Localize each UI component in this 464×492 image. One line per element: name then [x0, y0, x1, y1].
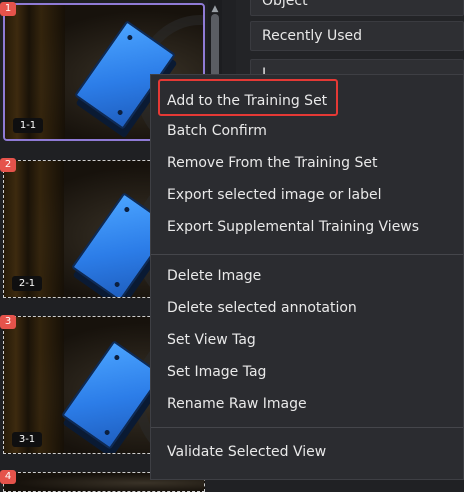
menu-item-delete-image[interactable]: Delete Image: [167, 262, 261, 290]
menu-item-batch-confirm[interactable]: Batch Confirm: [167, 117, 267, 145]
chevron-up-icon[interactable]: ▲: [210, 4, 220, 14]
menu-item-remove-from-training-set[interactable]: Remove From the Training Set: [167, 149, 378, 177]
thumbnail-index-badge: 3: [0, 315, 16, 329]
view-label: 1-1: [13, 118, 43, 133]
menu-item-set-image-tag[interactable]: Set Image Tag: [167, 358, 266, 386]
menu-item-delete-annotation[interactable]: Delete selected annotation: [167, 294, 357, 322]
thumbnail-index-badge: 4: [0, 470, 16, 484]
thumbnail-index-badge: 1: [0, 2, 16, 16]
menu-separator: [151, 427, 463, 428]
sort-dropdown[interactable]: Recently Used: [250, 21, 464, 51]
object-dropdown[interactable]: Object: [250, 0, 464, 16]
menu-item-validate-selected-view[interactable]: Validate Selected View: [167, 438, 326, 466]
menu-item-set-view-tag[interactable]: Set View Tag: [167, 326, 256, 354]
context-menu: Add to the Training Set Batch Confirm Re…: [150, 74, 464, 480]
view-label: 2-1: [12, 276, 42, 291]
menu-item-export-supplemental-views[interactable]: Export Supplemental Training Views: [167, 213, 419, 241]
view-label: 3-1: [12, 432, 42, 447]
menu-item-add-to-training-set[interactable]: Add to the Training Set: [167, 87, 327, 115]
thumbnail-index-badge: 2: [0, 158, 16, 172]
menu-item-export-image-or-label[interactable]: Export selected image or label: [167, 181, 382, 209]
menu-item-rename-raw-image[interactable]: Rename Raw Image: [167, 390, 307, 418]
menu-separator: [151, 254, 463, 255]
